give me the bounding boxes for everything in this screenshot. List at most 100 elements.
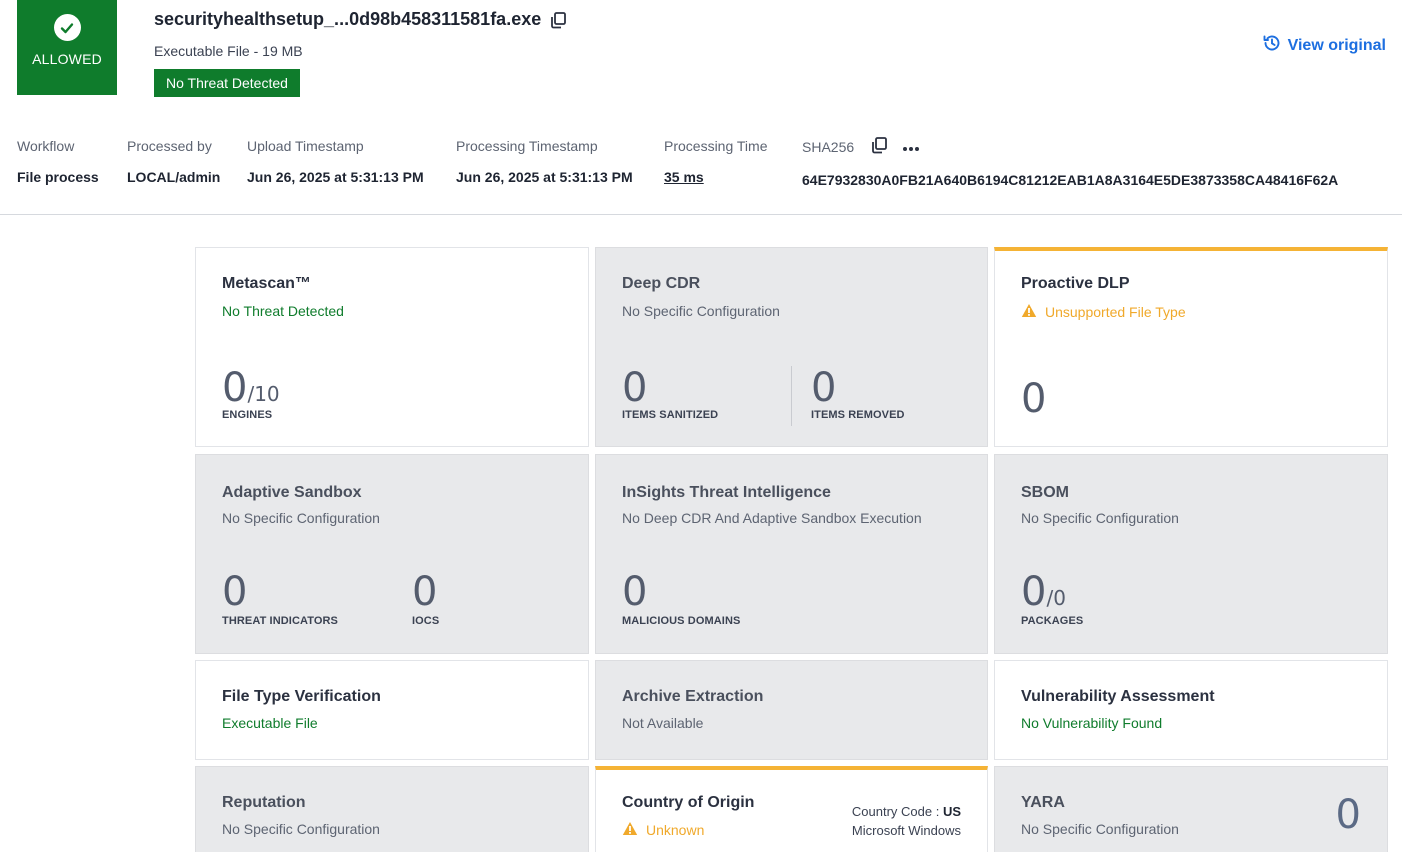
iocs-label: IOCS xyxy=(412,615,440,627)
card-title: YARA xyxy=(1021,794,1065,811)
threat-status-badge: No Threat Detected xyxy=(154,69,300,97)
meta-label: SHA256 xyxy=(802,138,855,155)
meta-label: Processing Time xyxy=(664,138,768,154)
card-title: SBOM xyxy=(1021,484,1069,501)
meta-value: Jun 26, 2025 at 5:31:13 PM xyxy=(456,169,633,185)
copy-icon[interactable] xyxy=(870,136,888,157)
card-status: No Specific Configuration xyxy=(1021,821,1179,837)
card-title: Adaptive Sandbox xyxy=(222,484,362,501)
card-country-of-origin[interactable]: Country of Origin Unknown Country Code :… xyxy=(595,766,988,852)
items-removed-label: ITEMS REMOVED xyxy=(811,409,905,421)
card-insights[interactable]: InSights Threat Intelligence No Deep CDR… xyxy=(595,454,988,654)
history-icon xyxy=(1262,33,1282,58)
meta-processing-time: Processing Time 35 ms xyxy=(664,138,767,185)
card-archive-extraction[interactable]: Archive Extraction Not Available xyxy=(595,660,988,760)
copy-icon[interactable] xyxy=(549,11,567,29)
yara-count: 0 xyxy=(1335,792,1361,838)
items-removed-count: 0 xyxy=(811,365,837,411)
meta-processed-by: Processed by LOCAL/admin xyxy=(127,138,220,185)
card-status: Executable File xyxy=(222,715,318,731)
card-status: No Vulnerability Found xyxy=(1021,715,1163,731)
warning-icon xyxy=(622,821,638,839)
card-status: No Deep CDR And Adaptive Sandbox Executi… xyxy=(622,510,922,526)
items-sanitized-count: 0 xyxy=(622,365,648,411)
card-title: Metascan™ xyxy=(222,275,311,292)
card-title: File Type Verification xyxy=(222,688,381,705)
meta-label: Processing Timestamp xyxy=(456,138,598,154)
dlp-count: 0 xyxy=(1021,376,1047,422)
card-title: Reputation xyxy=(222,794,306,811)
engines-label: ENGINES xyxy=(222,409,273,421)
country-code-value: US xyxy=(942,804,961,819)
card-title: InSights Threat Intelligence xyxy=(622,484,831,501)
card-title: Deep CDR xyxy=(622,275,701,292)
card-status: No Specific Configuration xyxy=(622,303,780,319)
card-file-type-verification[interactable]: File Type Verification Executable File xyxy=(195,660,589,760)
country-vendor: Microsoft Windows xyxy=(851,823,961,838)
card-reputation[interactable]: Reputation No Specific Configuration xyxy=(195,766,589,852)
card-status-text: Unknown xyxy=(646,822,705,838)
card-status: No Specific Configuration xyxy=(222,510,380,526)
card-metascan[interactable]: Metascan™ No Threat Detected 0/10 ENGINE… xyxy=(195,247,589,447)
sha256-tools xyxy=(870,136,920,157)
card-title: Archive Extraction xyxy=(622,688,764,705)
sha256-value: 64E7932830A0FB21A640B6194C81212EAB1A8A31… xyxy=(802,172,1339,188)
country-details: Country Code : US Microsoft Windows xyxy=(852,802,961,840)
meta-sha256: SHA256 64E7932830A0FB21A640B6194C81212EA… xyxy=(802,136,1339,188)
sha256-header: SHA256 xyxy=(802,136,1338,157)
meta-label: Workflow xyxy=(17,138,75,154)
engines-count-value: 0 xyxy=(222,365,248,411)
card-status: Not Available xyxy=(622,715,704,731)
verdict-badge: ALLOWED xyxy=(17,0,117,95)
card-title: Vulnerability Assessment xyxy=(1021,688,1215,705)
card-vulnerability-assessment[interactable]: Vulnerability Assessment No Vulnerabilit… xyxy=(994,660,1388,760)
meta-upload-timestamp: Upload Timestamp Jun 26, 2025 at 5:31:13… xyxy=(247,138,424,185)
card-status: No Threat Detected xyxy=(222,303,344,319)
card-status: No Specific Configuration xyxy=(222,821,380,837)
threat-indicators-count: 0 xyxy=(222,569,248,615)
meta-processing-timestamp: Processing Timestamp Jun 26, 2025 at 5:3… xyxy=(456,138,633,185)
packages-total: /0 xyxy=(1046,586,1066,610)
card-proactive-dlp[interactable]: Proactive DLP Unsupported File Type 0 xyxy=(994,247,1388,447)
iocs-count: 0 xyxy=(412,569,438,615)
threat-indicators-label: THREAT INDICATORS xyxy=(222,615,338,627)
meta-value: File process xyxy=(17,169,99,185)
card-sbom[interactable]: SBOM No Specific Configuration 0/0 PACKA… xyxy=(994,454,1388,654)
packages-label: PACKAGES xyxy=(1021,615,1084,627)
meta-value: LOCAL/admin xyxy=(127,169,221,185)
warning-icon xyxy=(1021,303,1037,321)
card-title: Country of Origin xyxy=(622,794,755,811)
card-status: Unsupported File Type xyxy=(1021,303,1186,321)
meta-label: Processed by xyxy=(127,138,212,154)
view-original-link[interactable]: View original xyxy=(1262,33,1386,58)
card-yara[interactable]: YARA No Specific Configuration 0 xyxy=(994,766,1388,852)
check-circle-icon xyxy=(53,14,81,41)
more-dots-icon[interactable] xyxy=(902,139,920,155)
file-name: securityhealthsetup_...0d98b458311581fa.… xyxy=(154,9,542,29)
header-divider xyxy=(0,214,1402,215)
engines-total: /10 xyxy=(247,382,280,406)
malicious-domains-label: MALICIOUS DOMAINS xyxy=(622,615,741,627)
view-original-label: View original xyxy=(1287,36,1386,54)
card-status-text: Unsupported File Type xyxy=(1045,304,1186,320)
card-status: Unknown xyxy=(622,821,704,839)
engines-count: 0/10 xyxy=(222,368,280,408)
malicious-domains-count: 0 xyxy=(622,569,648,615)
meta-label: Upload Timestamp xyxy=(247,138,364,154)
card-status: No Specific Configuration xyxy=(1021,510,1179,526)
stat-divider xyxy=(791,366,792,426)
items-sanitized-label: ITEMS SANITIZED xyxy=(622,409,719,421)
packages-count-value: 0 xyxy=(1021,569,1047,615)
country-code-label: Country Code : xyxy=(851,804,943,819)
card-adaptive-sandbox[interactable]: Adaptive Sandbox No Specific Configurati… xyxy=(195,454,589,654)
meta-workflow: Workflow File process xyxy=(17,138,99,185)
file-name-row: securityhealthsetup_...0d98b458311581fa.… xyxy=(154,9,567,30)
verdict-label: ALLOWED xyxy=(32,51,102,67)
card-title: Proactive DLP xyxy=(1021,275,1130,292)
processing-time-link[interactable]: 35 ms xyxy=(664,169,767,185)
packages-count: 0/0 xyxy=(1021,572,1066,612)
file-info: Executable File - 19 MB xyxy=(154,43,303,59)
card-deep-cdr[interactable]: Deep CDR No Specific Configuration 0 ITE… xyxy=(595,247,988,447)
country-code-line: Country Code : US xyxy=(852,802,961,821)
meta-value: Jun 26, 2025 at 5:31:13 PM xyxy=(247,169,424,185)
